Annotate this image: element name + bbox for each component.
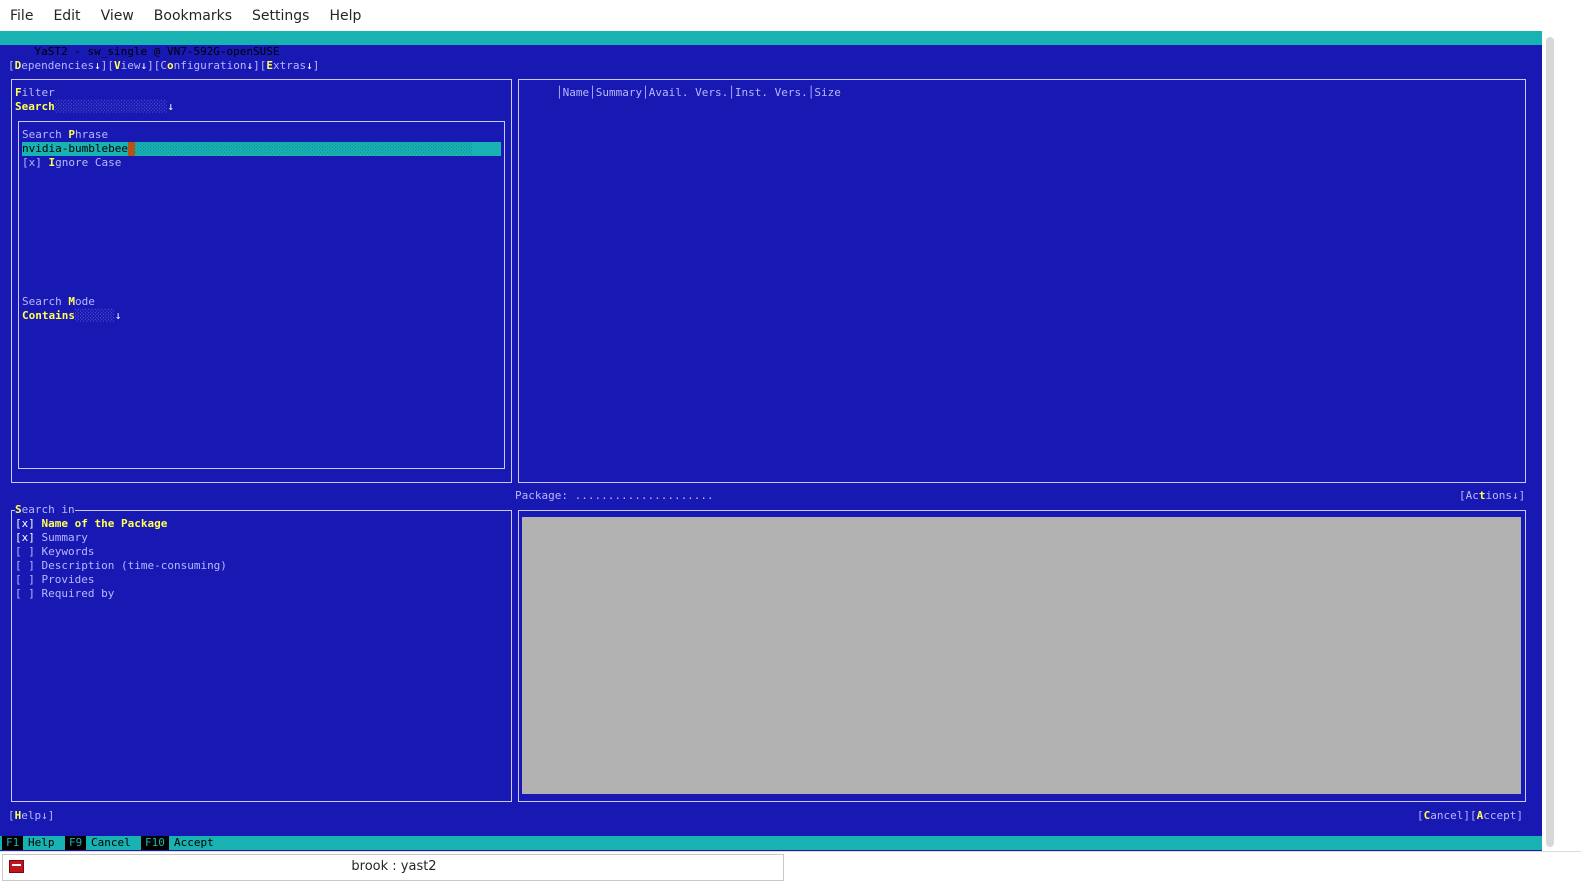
menu-file[interactable]: File	[10, 8, 33, 24]
f10-key[interactable]: F10	[141, 836, 169, 850]
package-table-header: │Name│Summary│Avail. Vers.│Inst. Vers.│S…	[556, 86, 841, 99]
f1-key[interactable]: F1	[2, 836, 24, 850]
text-cursor	[127, 142, 135, 156]
col-inst-vers[interactable]: Inst. Vers.	[735, 86, 808, 99]
ignore-case-checkbox[interactable]: [x] Ignore Case	[22, 156, 121, 170]
filter-dropdown[interactable]: Search░░░░░░░░░░░░░░░░░↓	[15, 100, 174, 114]
scrollbar-thumb[interactable]	[1546, 37, 1554, 847]
package-details-pane[interactable]	[522, 517, 1521, 794]
col-name[interactable]: Name	[563, 86, 590, 99]
extras-menu[interactable]: [Extras↓]	[260, 59, 320, 72]
terminal-scrollbar[interactable]	[1542, 31, 1581, 851]
yast-title: YaST2 - sw_single @ VN7-592G-openSUSE	[34, 45, 280, 58]
taskbar-item-label: brook : yast2	[351, 859, 437, 874]
yast-title-bar: YaST2 - sw_single @ VN7-592G-openSUSE	[0, 31, 1542, 58]
bottom-buttons: [Cancel][Accept]	[1417, 809, 1523, 823]
function-key-bar: F1 Help F9 Cancel F10 Accept	[0, 836, 1542, 850]
menu-bookmarks[interactable]: Bookmarks	[154, 8, 232, 24]
view-menu[interactable]: [View↓]	[107, 59, 153, 72]
search-in-required-by-checkbox[interactable]: [ ] Required by	[15, 587, 114, 601]
search-in-keywords-checkbox[interactable]: [ ] Keywords	[15, 545, 94, 559]
menu-edit[interactable]: Edit	[53, 8, 80, 24]
menu-settings[interactable]: Settings	[252, 8, 309, 24]
search-phrase-input[interactable]: nvidia-bumblebee ░░░░░░░░░░░░░░░░░░░░░░░░…	[22, 142, 501, 156]
menu-help[interactable]: Help	[329, 8, 361, 24]
actions-menu[interactable]: [Actions↓]	[1459, 489, 1525, 503]
f10-label[interactable]: Accept	[174, 836, 214, 850]
search-in-provides-checkbox[interactable]: [ ] Provides	[15, 573, 94, 587]
yast-top-menu: [Dependencies↓][View↓][Configuration↓][E…	[8, 59, 319, 73]
search-in-summary-checkbox[interactable]: [x] Summary	[15, 531, 88, 545]
configuration-menu[interactable]: [Configuration↓]	[154, 59, 260, 72]
cancel-button[interactable]: [Cancel]	[1417, 809, 1470, 822]
package-label: Package: .....................	[515, 489, 714, 502]
col-summary[interactable]: Summary	[596, 86, 642, 99]
search-in-description-checkbox[interactable]: [ ] Description (time-consuming)	[15, 559, 227, 573]
search-mode-label: Search Mode	[22, 295, 95, 308]
taskbar: brook : yast2	[0, 851, 1581, 886]
package-table-frame	[518, 79, 1526, 483]
f1-label[interactable]: Help	[28, 836, 55, 850]
search-phrase-label: Search Phrase	[22, 128, 109, 141]
filter-label: Filter	[15, 86, 55, 99]
dependencies-menu[interactable]: [Dependencies↓]	[8, 59, 107, 72]
col-avail-vers[interactable]: Avail. Vers.	[649, 86, 728, 99]
accept-button[interactable]: [Accept]	[1470, 809, 1523, 822]
taskbar-item-yast2[interactable]: brook : yast2	[2, 854, 784, 881]
help-button[interactable]: [Help↓]	[8, 809, 54, 823]
col-size[interactable]: Size	[814, 86, 841, 99]
terminal: YaST2 - sw_single @ VN7-592G-openSUSE [D…	[0, 31, 1542, 851]
menu-view[interactable]: View	[101, 8, 134, 24]
search-in-title: Search in	[15, 503, 75, 517]
search-in-name-checkbox[interactable]: [x] Name of the Package	[15, 517, 167, 531]
search-mode-dropdown[interactable]: Contains░░░░░░↓	[22, 309, 121, 323]
f9-key[interactable]: F9	[65, 836, 87, 850]
f9-label[interactable]: Cancel	[91, 836, 131, 850]
menubar: File Edit View Bookmarks Settings Help	[0, 0, 1581, 31]
